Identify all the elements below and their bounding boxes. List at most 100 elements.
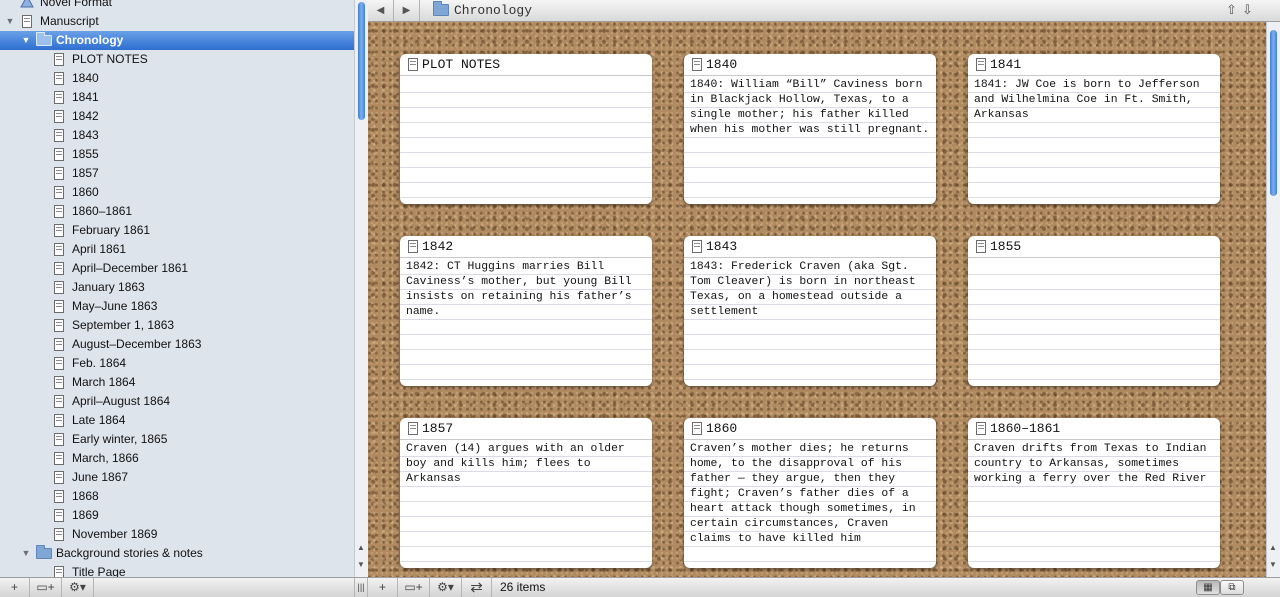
document-icon bbox=[408, 240, 418, 253]
card-synopsis[interactable]: 1842: CT Huggins marries Bill Caviness’s… bbox=[400, 258, 652, 386]
index-card[interactable]: 1855 bbox=[968, 236, 1220, 386]
binder-item-row[interactable]: PLOT NOTES bbox=[0, 50, 354, 69]
binder-item-row[interactable]: April 1861 bbox=[0, 240, 354, 259]
document-icon bbox=[692, 422, 702, 435]
document-icon bbox=[54, 129, 64, 142]
add-card-folder-button[interactable]: ▭+ bbox=[398, 578, 430, 597]
up-arrow-icon[interactable]: ⇧ bbox=[1226, 2, 1237, 18]
binder-item-label: August–December 1863 bbox=[72, 337, 202, 351]
card-synopsis[interactable]: Craven drifts from Texas to Indian count… bbox=[968, 440, 1220, 568]
binder-scrollbar[interactable]: ▲ ▼ bbox=[354, 0, 368, 577]
card-synopsis[interactable] bbox=[400, 76, 652, 204]
binder-item-row[interactable]: 1868 bbox=[0, 487, 354, 506]
outline-view-button[interactable]: ⧉ bbox=[1220, 580, 1244, 595]
card-title[interactable]: 1860–1861 bbox=[990, 421, 1060, 436]
index-card[interactable]: 1860 Craven’s mother dies; he returns hom… bbox=[684, 418, 936, 568]
card-synopsis[interactable]: Craven (14) argues with an older boy and… bbox=[400, 440, 652, 568]
scroll-up-arrow-icon[interactable]: ▲ bbox=[357, 543, 365, 552]
binder-item-row[interactable]: June 1867 bbox=[0, 468, 354, 487]
card-synopsis[interactable]: 1840: William “Bill” Caviness born in Bl… bbox=[684, 76, 936, 204]
corkboard-actions-button[interactable]: ⚙▾ bbox=[430, 578, 462, 597]
disclosure-triangle-icon[interactable]: ▼ bbox=[4, 12, 16, 31]
card-title[interactable]: 1855 bbox=[990, 239, 1021, 254]
card-title[interactable]: 1840 bbox=[706, 57, 737, 72]
binder-item-row[interactable]: Late 1864 bbox=[0, 411, 354, 430]
binder-item-row[interactable]: Feb. 1864 bbox=[0, 354, 354, 373]
card-synopsis[interactable] bbox=[968, 258, 1220, 386]
binder-item-row[interactable]: ▼ Manuscript bbox=[0, 12, 354, 31]
binder-item-row[interactable]: 1843 bbox=[0, 126, 354, 145]
card-title-bar[interactable]: 1843 bbox=[684, 236, 936, 258]
card-title-bar[interactable]: 1855 bbox=[968, 236, 1220, 258]
binder-item-row[interactable]: April–August 1864 bbox=[0, 392, 354, 411]
binder-folder-row[interactable]: ▼ Chronology bbox=[0, 31, 354, 50]
document-title[interactable]: Chronology bbox=[454, 3, 532, 18]
binder-item-row[interactable]: 1842 bbox=[0, 107, 354, 126]
binder-item-row[interactable]: 1869 bbox=[0, 506, 354, 525]
binder-item-row[interactable]: 1860–1861 bbox=[0, 202, 354, 221]
card-title[interactable]: PLOT NOTES bbox=[422, 57, 500, 72]
back-button[interactable]: ◀ bbox=[368, 0, 394, 21]
card-synopsis[interactable]: 1841: JW Coe is born to Jefferson and Wi… bbox=[968, 76, 1220, 204]
index-card[interactable]: PLOT NOTES bbox=[400, 54, 652, 204]
index-card[interactable]: 1840 1840: William “Bill” Caviness born i… bbox=[684, 54, 936, 204]
binder-item-row[interactable]: April–December 1861 bbox=[0, 259, 354, 278]
card-synopsis[interactable]: Craven’s mother dies; he returns home, t… bbox=[684, 440, 936, 568]
card-title-bar[interactable]: PLOT NOTES bbox=[400, 54, 652, 76]
disclosure-triangle-icon[interactable]: ▼ bbox=[20, 544, 32, 563]
binder-item-row[interactable]: 1841 bbox=[0, 88, 354, 107]
binder-scroll-thumb[interactable] bbox=[358, 2, 365, 120]
index-card[interactable]: 1857 Craven (14) argues with an older boy… bbox=[400, 418, 652, 568]
binder-item-row[interactable]: Title Page bbox=[0, 563, 354, 577]
binder-item-row[interactable]: January 1863 bbox=[0, 278, 354, 297]
corkboard-scrollbar[interactable]: ▲ ▼ bbox=[1266, 22, 1280, 577]
card-title[interactable]: 1842 bbox=[422, 239, 453, 254]
document-icon bbox=[54, 148, 64, 161]
corkboard-view-button[interactable]: ▦ bbox=[1196, 580, 1220, 595]
document-icon bbox=[54, 262, 64, 275]
add-folder-button[interactable]: ▭+ bbox=[30, 578, 62, 597]
scroll-down-arrow-icon[interactable]: ▼ bbox=[357, 560, 365, 569]
binder-item-row[interactable]: 1860 bbox=[0, 183, 354, 202]
card-title-bar[interactable]: 1842 bbox=[400, 236, 652, 258]
binder-item-row[interactable]: March 1864 bbox=[0, 373, 354, 392]
card-title-bar[interactable]: 1860 bbox=[684, 418, 936, 440]
index-card[interactable]: 1842 1842: CT Huggins marries Bill Cavine… bbox=[400, 236, 652, 386]
card-title[interactable]: 1860 bbox=[706, 421, 737, 436]
card-title[interactable]: 1857 bbox=[422, 421, 453, 436]
card-title-bar[interactable]: 1860–1861 bbox=[968, 418, 1220, 440]
binder-item-row[interactable]: 1855 bbox=[0, 145, 354, 164]
scroll-up-arrow-icon[interactable]: ▲ bbox=[1269, 543, 1277, 552]
binder-item-row[interactable]: August–December 1863 bbox=[0, 335, 354, 354]
binder-item-row[interactable]: September 1, 1863 bbox=[0, 316, 354, 335]
binder-item-row[interactable]: March, 1866 bbox=[0, 449, 354, 468]
card-title-bar[interactable]: 1857 bbox=[400, 418, 652, 440]
down-arrow-icon[interactable]: ⇩ bbox=[1242, 2, 1253, 18]
add-document-button[interactable]: + bbox=[0, 578, 30, 597]
card-title[interactable]: 1843 bbox=[706, 239, 737, 254]
binder-folder-row[interactable]: ▼ Background stories & notes bbox=[0, 544, 354, 563]
corkboard-scroll-thumb[interactable] bbox=[1270, 30, 1277, 196]
binder-item-label: Background stories & notes bbox=[56, 546, 203, 560]
index-card[interactable]: 1843 1843: Frederick Craven (aka Sgt. Tom… bbox=[684, 236, 936, 386]
index-card[interactable]: 1841 1841: JW Coe is born to Jefferson an… bbox=[968, 54, 1220, 204]
binder-item-row[interactable]: Novel Format bbox=[0, 0, 354, 12]
card-synopsis[interactable]: 1843: Frederick Craven (aka Sgt. Tom Cle… bbox=[684, 258, 936, 386]
card-title-bar[interactable]: 1840 bbox=[684, 54, 936, 76]
add-card-button[interactable]: + bbox=[368, 578, 398, 597]
disclosure-triangle-icon[interactable]: ▼ bbox=[20, 31, 32, 50]
forward-button[interactable]: ▶ bbox=[394, 0, 420, 21]
split-handle[interactable]: ||| bbox=[354, 578, 368, 597]
binder-actions-button[interactable]: ⚙▾ bbox=[62, 578, 94, 597]
card-title-bar[interactable]: 1841 bbox=[968, 54, 1220, 76]
binder-item-row[interactable]: November 1869 bbox=[0, 525, 354, 544]
binder-item-row[interactable]: 1840 bbox=[0, 69, 354, 88]
card-title[interactable]: 1841 bbox=[990, 57, 1021, 72]
binder-item-row[interactable]: May–June 1863 bbox=[0, 297, 354, 316]
binder-item-row[interactable]: February 1861 bbox=[0, 221, 354, 240]
index-card[interactable]: 1860–1861 Craven drifts from Texas to Ind… bbox=[968, 418, 1220, 568]
scroll-down-arrow-icon[interactable]: ▼ bbox=[1269, 560, 1277, 569]
binder-item-row[interactable]: 1857 bbox=[0, 164, 354, 183]
swap-button[interactable]: ⇄ bbox=[462, 578, 492, 597]
binder-item-row[interactable]: Early winter, 1865 bbox=[0, 430, 354, 449]
